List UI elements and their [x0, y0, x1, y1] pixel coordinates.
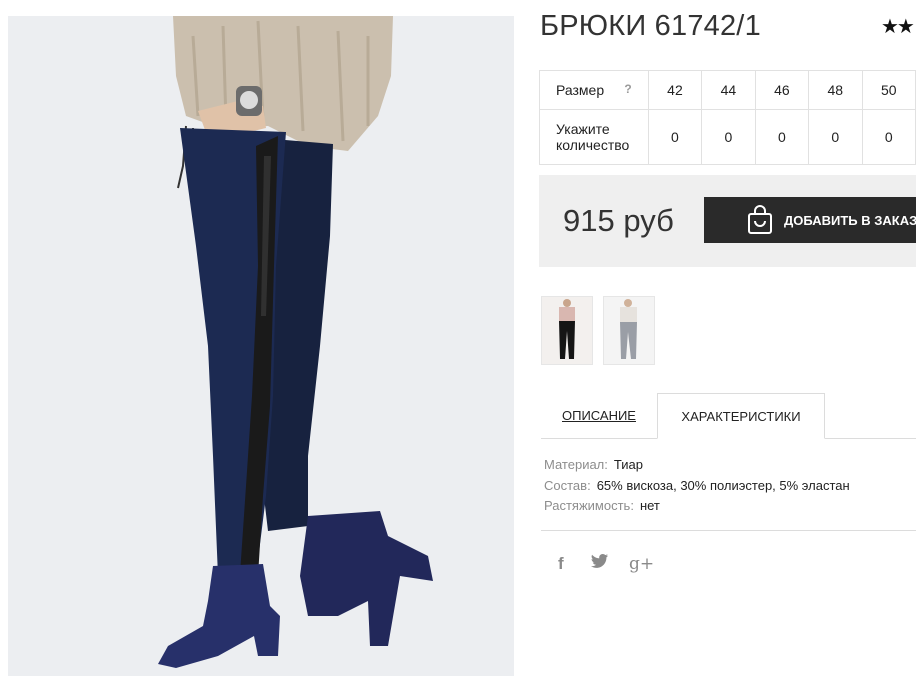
size-label-cell: Размер ?: [539, 70, 649, 110]
quantity-input-42[interactable]: 0: [647, 109, 703, 165]
quantity-label-line1: Укажите: [556, 121, 610, 137]
size-50: 50: [861, 70, 916, 110]
quantity-label-line2: количество: [556, 137, 630, 153]
spec-stretch: Растяжимость: нет: [544, 496, 850, 517]
product-title: БРЮКИ 61742/1: [540, 10, 761, 42]
characteristics-list: Материал: Тиар Состав: 65% вискоза, 30% по…: [544, 455, 850, 517]
spec-key: Состав:: [544, 477, 591, 493]
divider: [541, 530, 916, 531]
twitter-icon[interactable]: [591, 553, 609, 574]
quantity-row: Укажите количество 0 0 0 0 0: [539, 109, 916, 165]
size-help-icon[interactable]: ?: [624, 82, 631, 96]
size-46: 46: [754, 70, 810, 110]
size-label: Размер: [556, 82, 605, 98]
size-44: 44: [701, 70, 756, 110]
size-48: 48: [808, 70, 863, 110]
quantity-input-50[interactable]: 0: [861, 109, 916, 165]
facebook-icon[interactable]: f: [558, 554, 564, 574]
size-42: 42: [647, 70, 703, 110]
product-tabs: ОПИСАНИЕ ХАРАКТЕРИСТИКИ: [541, 393, 916, 439]
spec-value: Тиар: [613, 457, 643, 472]
google-plus-icon[interactable]: g+: [629, 554, 654, 574]
quantity-label: Укажите количество: [539, 109, 649, 165]
spec-composition: Состав: 65% вискоза, 30% полиэстер, 5% эл…: [544, 476, 850, 497]
size-row: Размер ? 42 44 46 48 50: [539, 70, 916, 110]
spec-material: Материал: Тиар: [544, 455, 850, 476]
tab-characteristics[interactable]: ХАРАКТЕРИСТИКИ: [657, 393, 825, 439]
bag-icon: [746, 205, 774, 235]
rating-stars[interactable]: ★★: [881, 14, 915, 39]
price-box: 915 руб ДОБАВИТЬ В ЗАКАЗ: [539, 175, 916, 267]
spec-key: Материал:: [544, 457, 608, 472]
quantity-input-48[interactable]: 0: [808, 109, 863, 165]
spec-key: Растяжимость:: [544, 498, 634, 513]
add-to-order-button[interactable]: ДОБАВИТЬ В ЗАКАЗ: [704, 197, 916, 243]
spec-value: 65% вискоза, 30% полиэстер, 5% эластан: [596, 477, 850, 493]
price: 915 руб: [563, 203, 674, 238]
size-quantity-table: Размер ? 42 44 46 48 50 Укажите количест…: [539, 70, 916, 165]
spec-value: нет: [639, 498, 660, 513]
tab-description[interactable]: ОПИСАНИЕ: [541, 393, 657, 438]
thumbnail-black-pants[interactable]: [541, 296, 593, 365]
thumbnail-grey-pants[interactable]: [603, 296, 655, 365]
quantity-input-44[interactable]: 0: [701, 109, 756, 165]
product-main-image[interactable]: [8, 16, 514, 676]
add-to-order-label: ДОБАВИТЬ В ЗАКАЗ: [784, 212, 916, 228]
quantity-input-46[interactable]: 0: [754, 109, 810, 165]
